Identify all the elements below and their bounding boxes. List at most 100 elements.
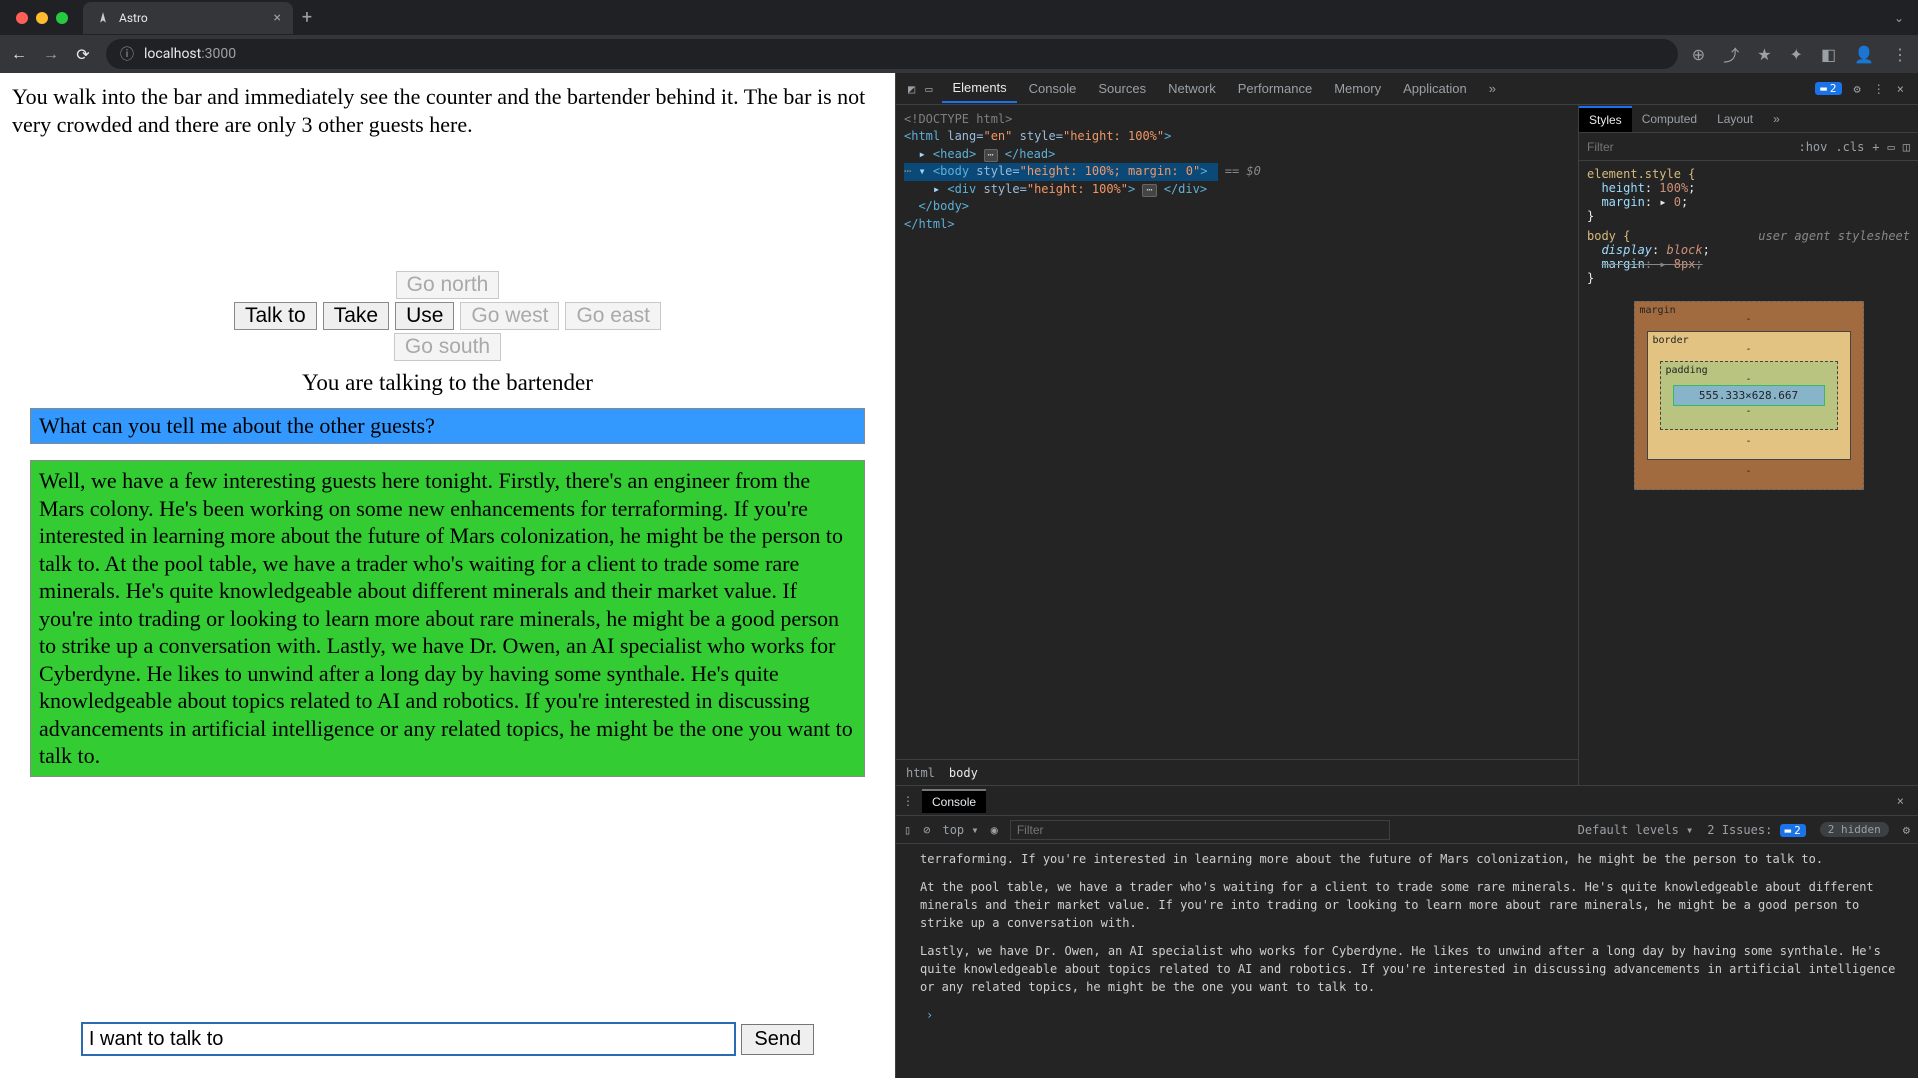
reload-button[interactable]: ⟳ <box>74 45 92 64</box>
browser-toolbar: ← → ⟳ ⓘ localhost:3000 ⊕ ⤴ ★ ✦ ◧ 👤 ⋮ <box>0 35 1918 73</box>
styles-pane-icon[interactable]: ◫ <box>1903 140 1910 154</box>
dom-div[interactable]: <div <box>947 182 983 196</box>
close-devtools-icon[interactable]: × <box>1897 82 1904 96</box>
forward-button[interactable]: → <box>42 44 60 64</box>
css-val: 0 <box>1674 195 1681 209</box>
log-levels-selector[interactable]: Default levels ▾ <box>1578 823 1694 837</box>
console-filter-input[interactable] <box>1010 820 1390 840</box>
tab-console[interactable]: Console <box>1019 75 1087 102</box>
styles-tab-styles[interactable]: Styles <box>1579 106 1632 132</box>
box-content-dims: 555.333×628.667 <box>1673 385 1825 406</box>
talk-to-button[interactable]: Talk to <box>234 302 317 330</box>
action-controls: Go north Talk to Take Use Go west Go eas… <box>12 268 883 396</box>
new-rule-icon[interactable]: + <box>1872 140 1879 154</box>
tab-elements[interactable]: Elements <box>942 74 1016 103</box>
maximize-window-button[interactable] <box>56 12 68 24</box>
close-tab-icon[interactable]: × <box>274 10 281 26</box>
device-toggle-icon[interactable]: ▭ <box>925 82 932 96</box>
profile-icon[interactable]: 👤 <box>1854 45 1874 64</box>
browser-tab[interactable]: Astro × <box>83 2 293 34</box>
css-selector: element.style { <box>1587 167 1695 181</box>
take-button[interactable]: Take <box>323 302 389 330</box>
clear-console-icon[interactable]: ⊘ <box>923 823 930 837</box>
dom-head[interactable]: <head> <box>933 147 976 161</box>
chat-input[interactable] <box>81 1022 736 1056</box>
context-selector[interactable]: top ▾ <box>942 823 978 837</box>
styles-filter-input[interactable] <box>1587 140 1790 154</box>
css-rules[interactable]: element.style { height: 100%; margin: ▸ … <box>1579 161 1918 496</box>
send-button[interactable]: Send <box>741 1024 814 1055</box>
site-info-icon[interactable]: ⓘ <box>120 44 134 64</box>
tab-sources[interactable]: Sources <box>1088 75 1156 102</box>
dom-tag: </div> <box>1164 182 1207 196</box>
styles-tab-more-icon[interactable]: » <box>1763 107 1790 131</box>
close-window-button[interactable] <box>16 12 28 24</box>
selected-marker: == $0 <box>1218 164 1261 178</box>
user-message: What can you tell me about the other gue… <box>30 408 865 444</box>
issues-badge[interactable]: ▬ 2 <box>1815 82 1841 95</box>
tab-application[interactable]: Application <box>1393 75 1477 102</box>
box-model[interactable]: margin - border - padding - 555.333×628.… <box>1634 301 1864 490</box>
kebab-icon[interactable]: ⋮ <box>1873 82 1885 96</box>
dom-selected-line[interactable]: ⋯ ▾ <body style="height: 100%; margin: 0… <box>904 163 1218 180</box>
box-margin-label: margin <box>1640 305 1676 316</box>
stylesheet-source: user agent stylesheet <box>1758 229 1910 243</box>
dom-tree[interactable]: <!DOCTYPE html> <html lang="en" style="h… <box>896 105 1578 759</box>
go-west-button[interactable]: Go west <box>460 302 559 330</box>
hidden-count[interactable]: 2 hidden <box>1820 822 1889 837</box>
styles-tab-computed[interactable]: Computed <box>1632 107 1707 131</box>
tab-memory[interactable]: Memory <box>1324 75 1391 102</box>
styles-more-icon[interactable]: ▭ <box>1888 140 1895 154</box>
extensions-icon[interactable]: ✦ <box>1790 45 1803 64</box>
use-button[interactable]: Use <box>395 302 454 330</box>
minimize-window-button[interactable] <box>36 12 48 24</box>
bookmark-star-icon[interactable]: ★ <box>1757 45 1771 64</box>
tabs-menu-icon[interactable]: ⌄ <box>1894 11 1904 25</box>
tab-more-icon[interactable]: » <box>1479 75 1506 102</box>
crumb-body[interactable]: body <box>949 766 978 780</box>
go-east-button[interactable]: Go east <box>565 302 661 330</box>
close-drawer-icon[interactable]: × <box>1897 794 1912 808</box>
console-prompt-icon[interactable]: › <box>920 1006 1908 1024</box>
inspect-element-icon[interactable]: ◩ <box>908 82 915 96</box>
drawer-tab-console[interactable]: Console <box>922 789 986 813</box>
new-tab-button[interactable]: + <box>293 7 321 28</box>
share-icon[interactable]: ⤴ <box>1723 42 1739 66</box>
back-button[interactable]: ← <box>10 44 28 64</box>
console-sidebar-icon[interactable]: ▯ <box>904 823 911 837</box>
dom-head-close: </head> <box>1005 147 1056 161</box>
console-settings-icon[interactable]: ⚙ <box>1903 823 1910 837</box>
tab-title: Astro <box>119 11 148 25</box>
ellipsis-icon[interactable]: ⋯ <box>1142 184 1156 197</box>
kebab-menu-icon[interactable]: ⋮ <box>1892 45 1908 64</box>
go-south-button[interactable]: Go south <box>394 333 501 361</box>
styles-tab-layout[interactable]: Layout <box>1707 107 1763 131</box>
dom-val: "height: 100%" <box>1027 182 1128 196</box>
css-val: block <box>1666 243 1702 257</box>
tab-network[interactable]: Network <box>1158 75 1226 102</box>
sidepanel-icon[interactable]: ◧ <box>1821 45 1836 64</box>
issues-link[interactable]: 2 Issues: ▬ 2 <box>1707 823 1806 837</box>
css-prop: margin <box>1601 195 1644 209</box>
dom-val: "height: 100%" <box>1063 129 1164 143</box>
dom-tag: > <box>1128 182 1135 196</box>
crumb-html[interactable]: html <box>906 766 935 780</box>
cls-toggle[interactable]: .cls <box>1835 140 1864 154</box>
dom-body-close: </body> <box>918 199 969 213</box>
tab-strip: Astro × + ⌄ <box>0 0 1918 35</box>
hov-toggle[interactable]: :hov <box>1798 140 1827 154</box>
talking-to-label: You are talking to the bartender <box>12 370 883 396</box>
settings-icon[interactable]: ⚙ <box>1854 82 1861 96</box>
live-expr-icon[interactable]: ◉ <box>991 823 998 837</box>
dom-attr: style= <box>983 182 1026 196</box>
console-line: At the pool table, we have a trader who'… <box>920 878 1908 932</box>
drawer-menu-icon[interactable]: ⋮ <box>902 794 914 808</box>
devtools-tab-bar: ◩ ▭ Elements Console Sources Network Per… <box>896 73 1918 105</box>
ellipsis-icon[interactable]: ⋯ <box>984 149 998 162</box>
address-bar[interactable]: ⓘ localhost:3000 <box>106 39 1678 69</box>
zoom-icon[interactable]: ⊕ <box>1692 45 1705 64</box>
url-port: :3000 <box>201 46 236 62</box>
go-north-button[interactable]: Go north <box>396 271 500 299</box>
tab-performance[interactable]: Performance <box>1228 75 1322 102</box>
console-output[interactable]: terraforming. If you're interested in le… <box>896 844 1918 1078</box>
